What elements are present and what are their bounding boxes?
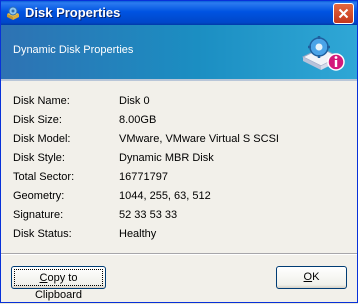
- disk-gear-info-icon: [301, 36, 345, 71]
- banner-separator: [1, 79, 357, 81]
- property-value: Healthy: [119, 228, 157, 240]
- property-label: Disk Name:: [13, 95, 70, 107]
- ok-button[interactable]: OK: [276, 266, 347, 289]
- property-value: 1044, 255, 63, 512: [119, 190, 211, 202]
- copy-to-clipboard-label: Copy to Clipboard: [14, 269, 103, 301]
- property-label: Geometry:: [13, 190, 65, 202]
- property-value: 52 33 53 33: [119, 209, 178, 221]
- property-value: Disk 0: [119, 95, 150, 107]
- disk-gear-icon: [7, 6, 19, 20]
- property-value: 16771797: [119, 171, 168, 183]
- close-button[interactable]: [333, 3, 354, 24]
- property-label: Total Sector:: [13, 171, 75, 183]
- property-label: Disk Model:: [13, 133, 71, 145]
- property-value: 8.00GB: [119, 114, 157, 126]
- property-label: Disk Style:: [13, 152, 65, 164]
- copy-to-clipboard-button[interactable]: Copy to Clipboard: [11, 266, 106, 301]
- close-icon: [338, 8, 349, 19]
- header-banner: Dynamic Disk Properties: [1, 25, 357, 79]
- title-bar[interactable]: Disk Properties: [1, 1, 357, 25]
- property-value: Dynamic MBR Disk: [119, 152, 214, 164]
- property-label: Disk Size:: [13, 114, 62, 126]
- banner-title: Dynamic Disk Properties: [13, 44, 134, 56]
- property-label: Disk Status:: [13, 228, 72, 240]
- disk-properties-dialog: Disk Properties Dynamic Disk Properties: [0, 0, 358, 303]
- property-label: Signature:: [13, 209, 64, 221]
- button-divider-highlight: [1, 254, 357, 255]
- property-value: VMware, VMware Virtual S SCSI: [119, 133, 279, 145]
- window-title: Disk Properties: [25, 5, 121, 20]
